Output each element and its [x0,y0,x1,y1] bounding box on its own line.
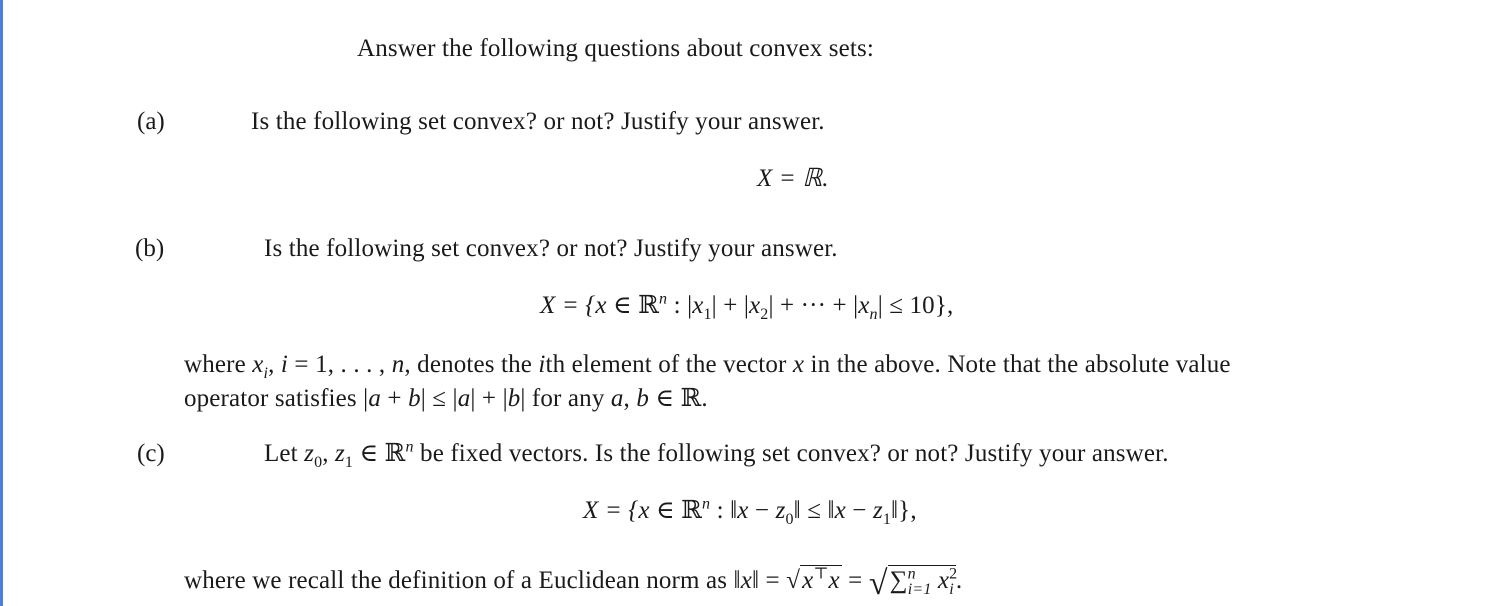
note-part: ℝ [680,385,702,412]
note-part: where [184,351,253,378]
note-part: ‖ = [751,567,787,594]
prompt-part: 0 [314,454,323,471]
equation-text: X = ℝ. [757,165,829,192]
eq-part: x [858,292,870,319]
eq-part: − [748,497,776,524]
eq-part: ∈ [649,497,682,524]
eq-part: X = { [540,292,596,319]
eq-part: X = { [583,497,639,524]
question-b-note-line1: where xi, i = 1, . . . , n, denotes the … [184,350,1231,382]
eq-part: z [872,497,883,524]
left-accent-bar [0,0,3,606]
prompt-part: n [405,438,414,456]
note-part: in the above. Note that the absolute val… [804,351,1231,378]
note-part: | ≤ | [420,385,458,412]
note-part: , [268,351,281,378]
note-part: , denotes the [404,351,539,378]
eq-part: n [702,495,711,513]
eq-part: x [834,497,846,524]
note-part: operator satisfies | [184,385,369,412]
eq-part: | ≤ 10}, [877,292,954,319]
note-part: x [828,567,840,594]
question-c-label: (c) [137,440,165,467]
note-part: x [740,567,752,594]
prompt-part: Let [264,440,305,467]
question-b-equation: X = {x ∈ ℝn : |x1| + |x2| + ··· + |xn| ≤… [540,290,954,323]
note-part: i [280,351,289,378]
sum-symbol: ∑ [889,567,908,594]
note-part: x [252,351,264,378]
eq-part: x [749,292,761,319]
eq-part: ℝ [681,497,703,524]
note-part: b [507,385,521,412]
prompt-part: be fixed vectors. Is the following set c… [413,440,1169,467]
prompt-part: z [304,440,315,467]
note-part: | for any [520,385,611,412]
note-part: , [623,385,637,412]
eq-part: n [869,306,878,323]
note-part: . [701,385,708,412]
note-part: b [636,385,650,412]
note-part: a [610,385,624,412]
eq-part: x [737,497,749,524]
eq-part: : ‖ [710,497,738,524]
note-part: = [841,567,869,594]
eq-part: x [638,497,650,524]
eq-part: | + ··· + | [768,292,859,319]
eq-part: n [659,290,668,308]
prompt-part: , [322,440,336,467]
eq-part: − [845,497,873,524]
note-part: x [937,567,950,594]
prompt-part: ∈ [353,440,385,467]
note-part: x [792,351,805,378]
sqrt-symbol: √ [786,567,801,594]
prompt-part: z [335,440,345,467]
eq-part: ‖}, [891,497,917,524]
note-part: i=1 [907,581,932,598]
eq-part: 1 [882,511,892,528]
eq-part: : | [667,292,693,319]
eq-part: ∈ [606,292,639,319]
eq-part: x [595,292,607,319]
note-part: i [538,351,546,378]
note-part: b [408,385,421,412]
note-part: i [949,581,954,598]
prompt-part: ℝ [384,440,406,467]
note-part: + [381,385,409,412]
question-a-label: (a) [137,108,165,135]
sqrt-symbol: √ [868,565,888,602]
note-part: x [802,567,814,594]
eq-part: 1 [703,306,712,323]
note-part: ⊤ [813,565,829,583]
question-c-prompt: Let z0, z1 ∈ ℝn be fixed vectors. Is the… [264,438,1169,471]
note-part: = 1, . . . , [288,351,392,378]
eq-part: 0 [785,511,794,528]
question-a-prompt: Is the following set convex? or not? Jus… [251,108,825,135]
eq-part: | + | [711,292,750,319]
eq-part: ‖ ≤ ‖ [793,497,835,524]
note-part: n [391,351,405,378]
note-part: ∈ [649,385,681,412]
question-b-prompt: Is the following set convex? or not? Jus… [264,235,838,262]
intro-text: Answer the following questions about con… [357,35,874,62]
question-c-note: where we recall the definition of a Eucl… [184,565,962,602]
question-b-label: (b) [135,235,165,262]
question-c-equation: X = {x ∈ ℝn : ‖x − z0‖ ≤ ‖x − z1‖}, [583,495,917,528]
eq-part: z [775,497,786,524]
eq-part: x [692,292,704,319]
note-part: a [457,385,471,412]
note-part: where we recall the definition of a Eucl… [184,567,741,594]
question-a-equation: X = ℝ. [757,164,829,194]
note-part: a [368,385,381,412]
eq-part: ℝ [638,292,660,319]
prompt-part: 1 [344,454,354,471]
note-part: | + | [470,385,508,412]
question-b-note-line2: operator satisfies |a + b| ≤ |a| + |b| f… [184,384,708,414]
note-part: th element of the vector [545,351,793,378]
